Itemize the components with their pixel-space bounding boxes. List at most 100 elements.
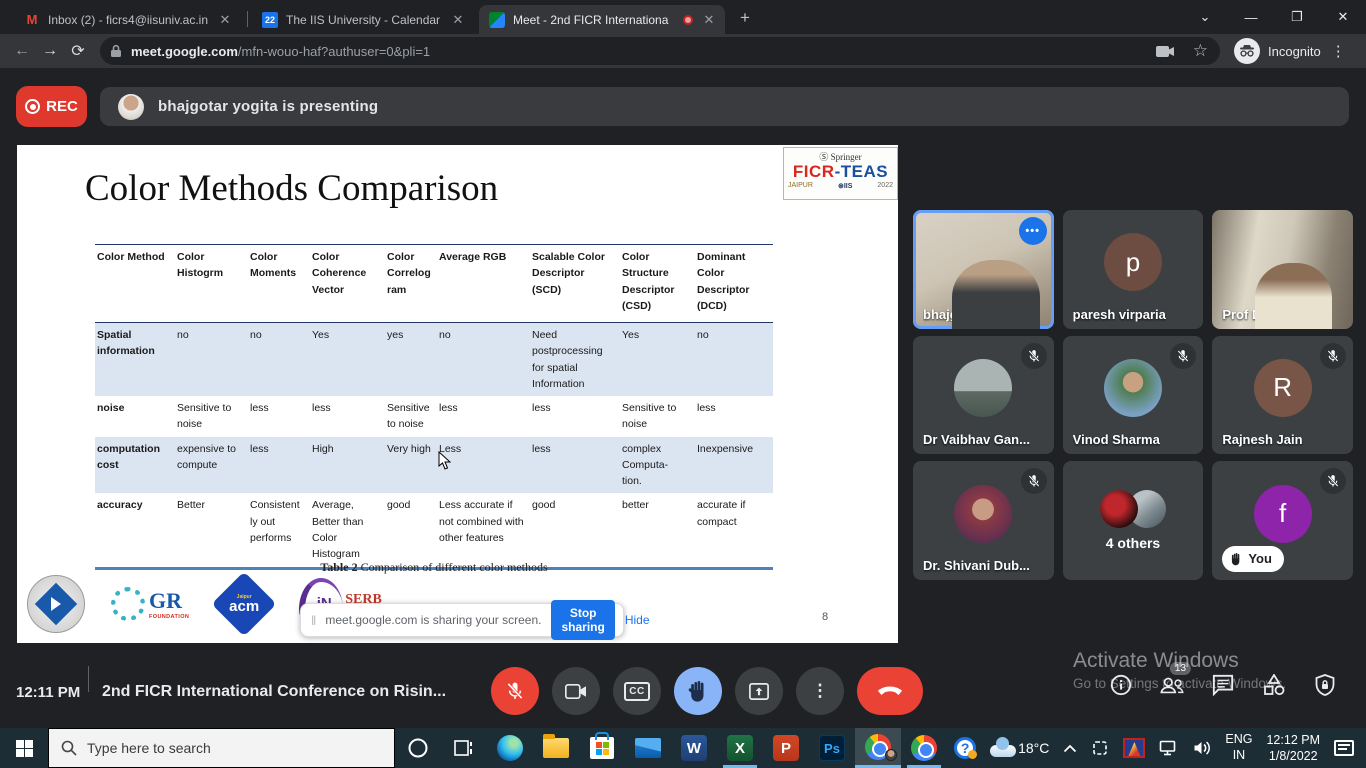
participant-tile[interactable]: Vinod Sharma [1063, 336, 1204, 455]
meeting-details-button[interactable] [1108, 672, 1134, 698]
taskbar-file-explorer[interactable] [533, 728, 579, 768]
powerpoint-icon: P [773, 735, 799, 761]
participant-tile[interactable]: 4 others [1063, 461, 1204, 580]
microsoft-store-icon [590, 737, 614, 759]
raise-hand-button-active[interactable] [674, 667, 722, 715]
mic-mute-button[interactable] [491, 667, 539, 715]
window-close-button[interactable]: ✕ [1320, 0, 1366, 34]
window-minimize-button[interactable]: — [1228, 0, 1274, 34]
tray-tablet-mode[interactable] [1084, 728, 1116, 768]
new-tab-button[interactable]: + [733, 8, 757, 28]
shared-slide: Color Methods Comparison Ⓢ Springer FICR… [17, 145, 898, 643]
row-label-cell: Spatial information [95, 323, 175, 397]
taskbar-edge[interactable] [487, 728, 533, 768]
present-screen-button[interactable] [735, 667, 783, 715]
tab-meet-active[interactable]: Meet - 2nd FICR Internationa ✕ [479, 5, 725, 34]
taskbar-chrome-secondary[interactable] [901, 728, 947, 768]
taskbar-mail[interactable] [625, 728, 671, 768]
end-call-button[interactable] [857, 667, 923, 715]
participant-tile[interactable]: fYou [1212, 461, 1353, 580]
table-row: accuracyBetterConsistent ly out performs… [95, 493, 773, 568]
bookmark-star-icon[interactable]: ☆ [1193, 41, 1208, 61]
avatar [954, 359, 1012, 417]
participant-name: Vinod Sharma [1073, 432, 1160, 447]
table-cell: complex Computa- tion. [620, 437, 695, 494]
hide-button[interactable]: Hide [625, 613, 650, 627]
system-tray: ? 18°C [947, 728, 1366, 768]
activities-button[interactable] [1261, 672, 1287, 698]
table-header-cell: Dominant Color Descriptor (DCD) [695, 245, 773, 323]
clock-time: 12:12 PM [1266, 732, 1320, 748]
participant-tile[interactable]: RRajnesh Jain [1212, 336, 1353, 455]
tray-clock[interactable]: 12:12 PM 1/8/2022 [1259, 728, 1327, 768]
browser-toolbar: ← → ⟳ meet.google.com/mfn-wouo-haf?authu… [0, 34, 1366, 68]
forward-icon[interactable]: → [36, 42, 64, 60]
address-bar[interactable]: meet.google.com/mfn-wouo-haf?authuser=0&… [100, 37, 1220, 65]
taskbar-photoshop[interactable]: Ps [809, 728, 855, 768]
tab-gmail[interactable]: M Inbox (2) - ficrs4@iisuniv.ac.in - T ✕ [14, 5, 241, 34]
participant-tile[interactable]: bhajgotar yog...••• [913, 210, 1054, 329]
stop-sharing-button[interactable]: Stop sharing [551, 600, 614, 640]
tray-volume[interactable] [1186, 728, 1218, 768]
tray-language[interactable]: ENG IN [1218, 728, 1259, 768]
table-header-cell: Color Correlog ram [385, 245, 437, 323]
mic-muted-icon [1320, 343, 1346, 369]
close-tab-icon[interactable]: ✕ [450, 12, 466, 28]
tab-calendar[interactable]: 22 The IIS University - Calendar - We ✕ [252, 5, 474, 34]
more-options-button[interactable]: ⋮ [796, 667, 844, 715]
taskbar-word[interactable]: W [671, 728, 717, 768]
participant-tile[interactable]: Prof Dr. CK Ku... [1212, 210, 1353, 329]
participant-tile[interactable]: Dr Vaibhav Gan... [913, 336, 1054, 455]
taskbar-excel[interactable]: X [717, 728, 763, 768]
row-label-cell: noise [95, 396, 175, 437]
participant-tile[interactable]: Dr. Shivani Dub... [913, 461, 1054, 580]
camera-button[interactable] [552, 667, 600, 715]
start-button[interactable] [0, 728, 48, 768]
participant-name: Dr Vaibhav Gan... [923, 432, 1030, 447]
record-icon [25, 99, 40, 114]
table-cell: Sensitive to noise [620, 396, 695, 437]
host-controls-button[interactable] [1312, 672, 1338, 698]
search-icon [61, 740, 77, 756]
tray-help[interactable]: ? [947, 728, 983, 768]
tile-options-button[interactable]: ••• [1019, 217, 1047, 245]
tray-weather[interactable]: 18°C [983, 728, 1056, 768]
media-app-icon [1123, 738, 1145, 758]
chat-button[interactable] [1210, 672, 1236, 698]
browser-menu-icon[interactable]: ⋮ [1331, 42, 1346, 60]
close-tab-icon[interactable]: ✕ [701, 12, 717, 28]
share-text: meet.google.com is sharing your screen. [325, 613, 541, 627]
camera-icon[interactable] [1156, 45, 1175, 58]
table-cell: no [248, 323, 310, 397]
participant-tile[interactable]: pparesh virparia [1063, 210, 1204, 329]
photoshop-icon: Ps [819, 735, 845, 761]
taskbar-chrome-active[interactable] [855, 728, 901, 768]
videocam-icon [565, 684, 587, 699]
drag-handle-icon[interactable]: ‖ [311, 613, 317, 628]
reload-icon[interactable]: ⟳ [64, 41, 92, 61]
weather-icon [990, 739, 1016, 757]
window-restore-button[interactable]: ❐ [1274, 0, 1320, 34]
call-controls: CC [491, 667, 923, 715]
task-view-button[interactable] [441, 728, 487, 768]
chat-icon [1212, 674, 1234, 696]
mic-muted-icon [1021, 468, 1047, 494]
close-tab-icon[interactable]: ✕ [217, 12, 233, 28]
tray-media-app[interactable] [1116, 728, 1152, 768]
taskbar-search[interactable]: Type here to search [48, 728, 395, 768]
tray-overflow-chevron[interactable] [1056, 728, 1084, 768]
chevron-up-icon [1063, 744, 1077, 753]
participants-button[interactable]: 13 [1159, 672, 1185, 698]
taskbar-store[interactable] [579, 728, 625, 768]
captions-button[interactable]: CC [613, 667, 661, 715]
slide-page-number: 8 [822, 611, 828, 623]
back-icon[interactable]: ← [8, 42, 36, 60]
cortana-button[interactable] [395, 728, 441, 768]
participant-name: 4 others [1063, 535, 1204, 551]
table-cell: Average, Better than Color Histogram [310, 493, 385, 568]
tray-network[interactable] [1152, 728, 1186, 768]
notification-center-button[interactable] [1327, 728, 1366, 768]
table-row: noiseSensitive to noiselesslessSensitive… [95, 396, 773, 437]
taskbar-powerpoint[interactable]: P [763, 728, 809, 768]
tab-search-chevron-icon[interactable]: ⌄ [1182, 0, 1228, 34]
